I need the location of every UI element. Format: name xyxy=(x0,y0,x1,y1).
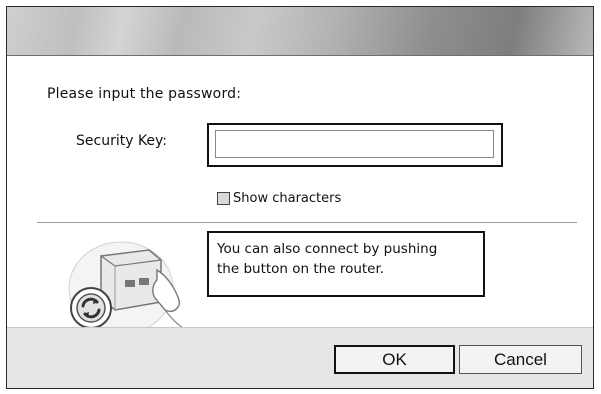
show-characters-option[interactable]: Show characters xyxy=(217,189,341,207)
push-button-note-line-2: the button on the router. xyxy=(217,261,385,277)
dialog-titlebar[interactable] xyxy=(7,7,593,56)
dialog-footer: OK Cancel xyxy=(7,327,593,388)
security-key-input[interactable] xyxy=(215,130,494,158)
router-push-button-icon xyxy=(68,241,184,335)
password-dialog: Please input the password: Security Key:… xyxy=(6,6,594,389)
show-characters-checkbox[interactable] xyxy=(217,191,230,205)
ok-button[interactable]: OK xyxy=(334,345,455,374)
divider xyxy=(37,222,577,223)
cancel-button[interactable]: Cancel xyxy=(459,345,582,374)
push-button-note: You can also connect by pushing the butt… xyxy=(207,231,485,297)
password-prompt: Please input the password: xyxy=(47,86,242,102)
push-button-note-line-1: You can also connect by pushing xyxy=(217,241,438,257)
security-key-label: Security Key: xyxy=(76,133,168,149)
security-key-highlight xyxy=(207,123,503,167)
dialog-content: Please input the password: Security Key:… xyxy=(7,56,593,335)
show-characters-label[interactable]: Show characters xyxy=(233,191,341,206)
